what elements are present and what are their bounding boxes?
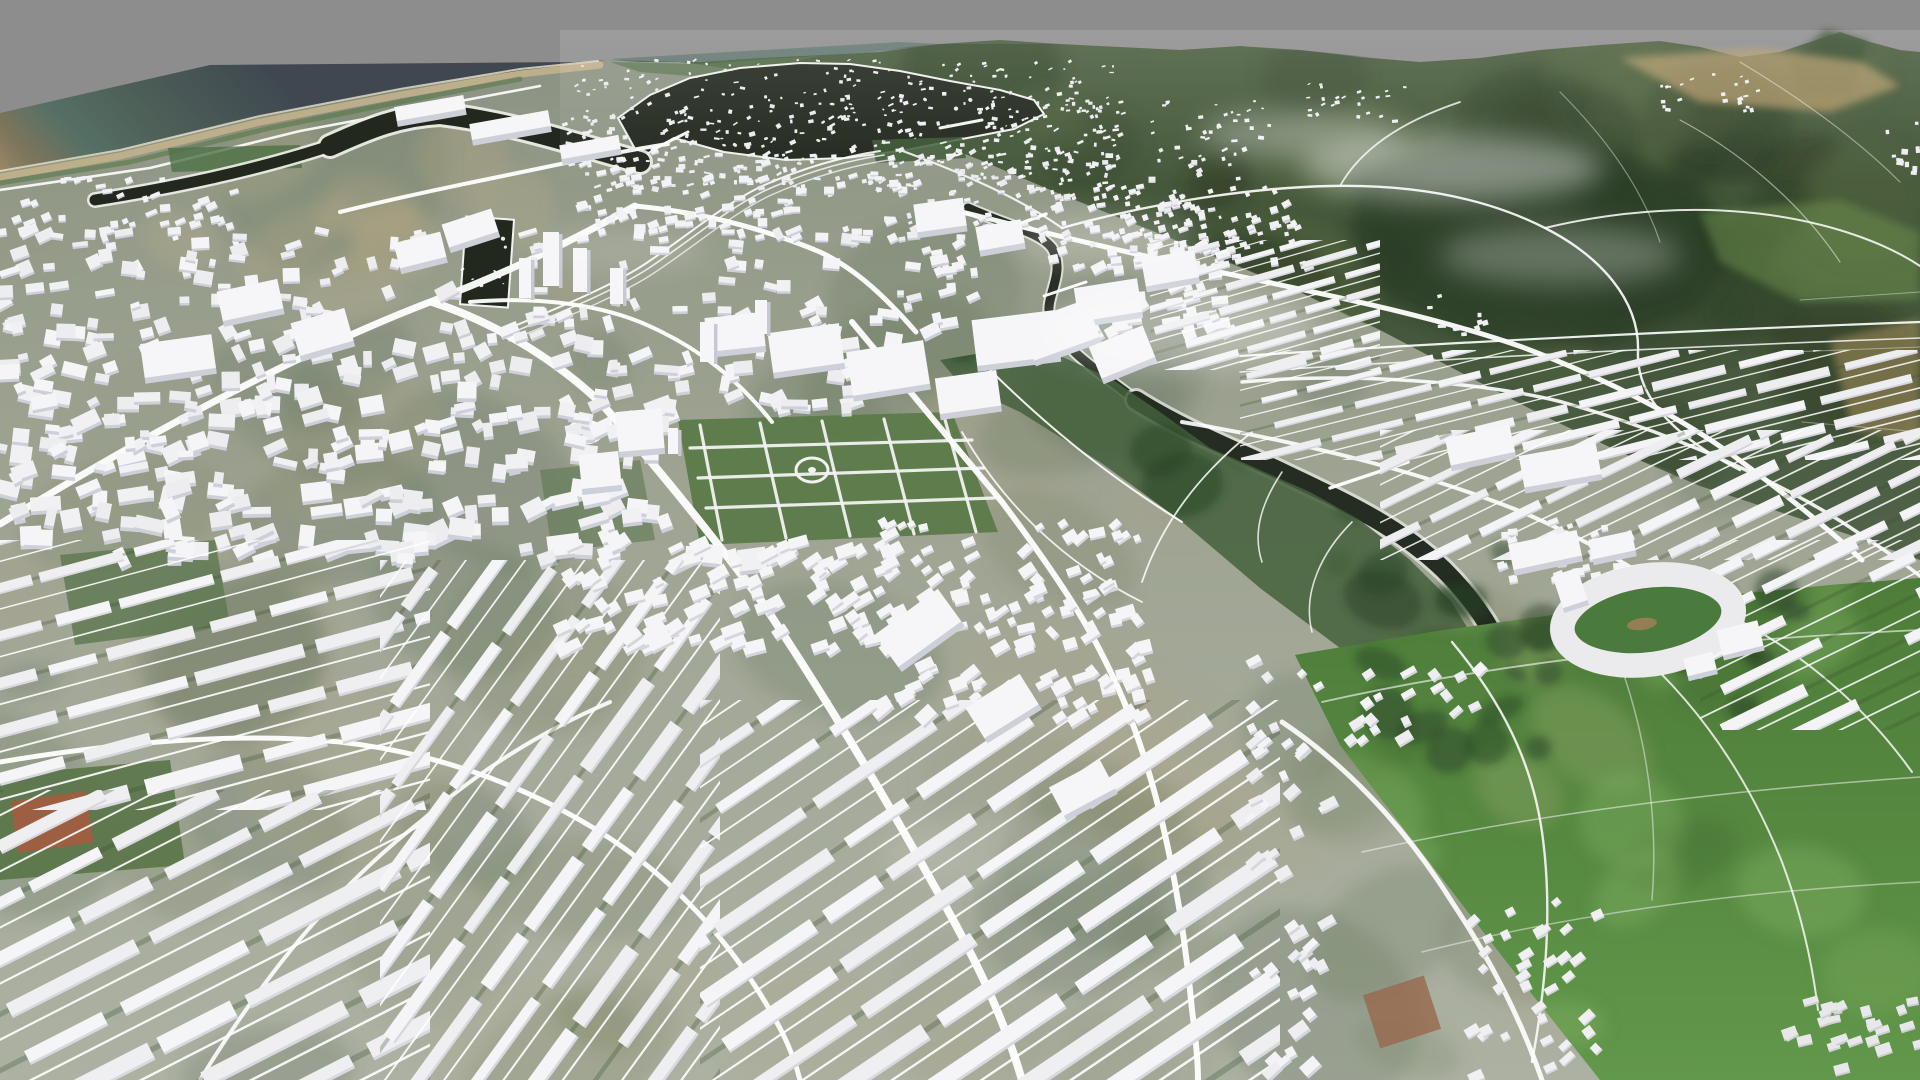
garden-fountain xyxy=(808,467,816,473)
horizon-haze xyxy=(560,30,1920,180)
city-3d-render xyxy=(0,0,1920,1080)
map-3d-viewport[interactable] xyxy=(0,0,1920,1080)
